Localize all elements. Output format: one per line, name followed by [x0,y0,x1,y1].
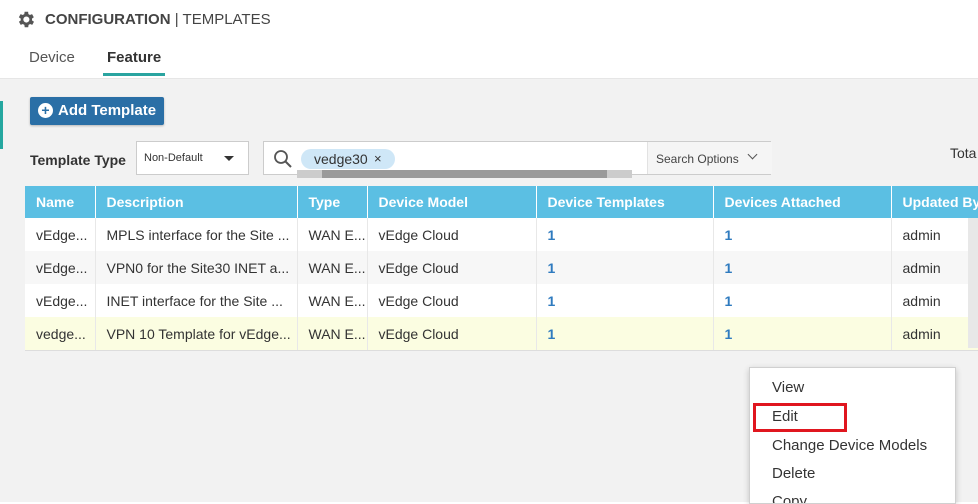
table-row[interactable]: vEdge... INET interface for the Site ...… [25,284,978,317]
menu-item-change-device-models[interactable]: Change Device Models [772,437,927,454]
cell-updated-by: admin [891,251,978,284]
cell-devices-attached-link[interactable]: 1 [713,251,892,284]
caret-down-icon [224,156,234,161]
table-row-selected[interactable]: vedge... VPN 10 Template for vEdge... WA… [25,317,978,351]
column-header-device-model[interactable]: Device Model [367,186,537,218]
vertical-scrollbar[interactable] [968,218,978,348]
context-menu: View Edit Change Device Models Delete Co… [749,367,956,504]
cell-type: WAN E... [297,317,368,351]
cell-devices-attached-link[interactable]: 1 [713,218,892,251]
cell-updated-by: admin [891,284,978,317]
column-header-description[interactable]: Description [95,186,298,218]
cell-name: vEdge... [25,284,96,317]
horizontal-scrollbar[interactable] [297,170,632,178]
cell-name: vEdge... [25,251,96,284]
cell-devices-attached-link[interactable]: 1 [713,317,892,351]
table-row[interactable]: vEdge... MPLS interface for the Site ...… [25,218,978,251]
menu-item-view[interactable]: View [772,379,804,396]
template-type-label: Template Type [30,152,126,168]
gear-icon [18,11,34,28]
cell-description: MPLS interface for the Site ... [95,218,298,251]
close-icon[interactable]: × [374,151,382,166]
cell-updated-by: admin [891,317,978,351]
column-header-name[interactable]: Name [25,186,96,218]
cell-device-model: vEdge Cloud [367,317,537,351]
cell-device-templates-link[interactable]: 1 [536,284,714,317]
active-tab-indicator [103,73,165,76]
plus-icon: + [38,103,53,118]
title-separator: | [174,11,179,28]
template-type-select[interactable]: Non-Default [136,141,249,175]
add-template-label: Add Template [58,102,157,119]
menu-item-delete[interactable]: Delete [772,465,815,482]
cell-device-model: vEdge Cloud [367,251,537,284]
cell-type: WAN E... [297,284,368,317]
cell-description: INET interface for the Site ... [95,284,298,317]
page-subtitle: TEMPLATES [182,11,271,28]
cell-name: vEdge... [25,218,96,251]
cell-device-model: vEdge Cloud [367,284,537,317]
page-header: CONFIGURATION | TEMPLATES [0,0,978,41]
cell-description: VPN0 for the Site30 INET a... [95,251,298,284]
search-options-button[interactable]: Search Options [647,142,772,174]
search-chip: vedge30 × [301,149,395,169]
table-header-row: Name Description Type Device Model Devic… [25,186,978,218]
cell-device-model: vEdge Cloud [367,218,537,251]
chevron-down-icon [747,149,758,160]
cell-name: vedge... [25,317,96,351]
cell-device-templates-link[interactable]: 1 [536,251,714,284]
template-type-value: Non-Default [144,152,203,164]
search-chip-label: vedge30 [314,151,368,167]
add-template-button[interactable]: + Add Template [30,97,164,125]
templates-table: Name Description Type Device Model Devic… [25,186,978,351]
cell-device-templates-link[interactable]: 1 [536,218,714,251]
cell-devices-attached-link[interactable]: 1 [713,284,892,317]
total-label: Tota [950,145,977,161]
table-row[interactable]: vEdge... VPN0 for the Site30 INET a... W… [25,251,978,284]
left-accent-bar [0,101,3,149]
column-header-device-templates[interactable]: Device Templates [536,186,714,218]
column-header-type[interactable]: Type [297,186,368,218]
menu-item-copy[interactable]: Copy [772,493,807,503]
cell-device-templates-link[interactable]: 1 [536,317,714,351]
cell-type: WAN E... [297,251,368,284]
search-options-label: Search Options [656,152,739,166]
edit-highlight-box [753,403,847,432]
section-title: CONFIGURATION [45,11,171,28]
cell-type: WAN E... [297,218,368,251]
cell-description: VPN 10 Template for vEdge... [95,317,298,351]
tab-bar: Device Feature [0,40,978,79]
scrollbar-thumb[interactable] [322,170,607,178]
column-header-devices-attached[interactable]: Devices Attached [713,186,892,218]
tab-feature[interactable]: Feature [107,49,161,66]
column-header-updated-by[interactable]: Updated By [891,186,978,218]
cell-updated-by: admin [891,218,978,251]
search-icon [274,150,292,168]
tab-device[interactable]: Device [29,49,75,66]
page-title: CONFIGURATION | TEMPLATES [45,11,271,28]
